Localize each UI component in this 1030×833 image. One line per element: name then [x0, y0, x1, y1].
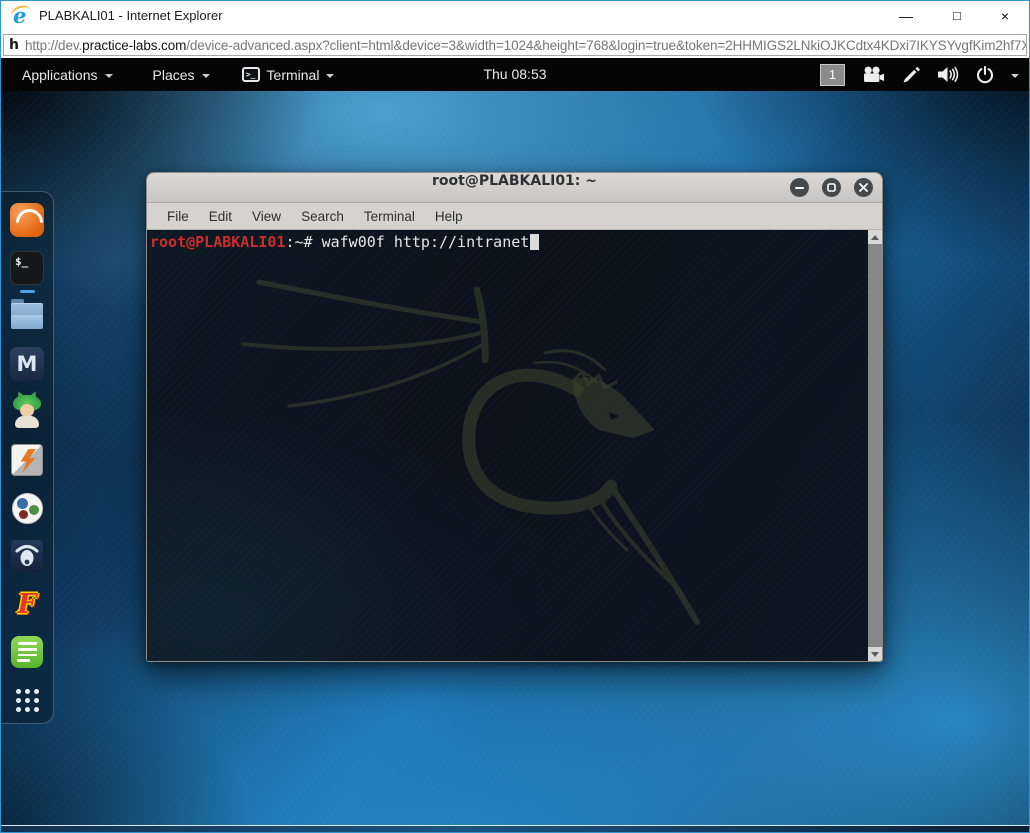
running-indicator: [20, 290, 35, 293]
files-icon[interactable]: [10, 299, 44, 333]
places-menu[interactable]: Places: [147, 58, 216, 91]
chevron-down-icon[interactable]: [1011, 73, 1019, 78]
menu-file[interactable]: File: [157, 205, 199, 228]
beef-icon[interactable]: [10, 539, 44, 573]
burpsuite-icon[interactable]: [10, 443, 44, 477]
chevron-down-icon: [104, 73, 113, 78]
power-icon[interactable]: [976, 65, 994, 84]
close-button[interactable]: ×: [1001, 1, 1009, 31]
terminal-content[interactable]: root@PLABKALI01:~# wafw00f http://intran…: [147, 230, 882, 661]
ie-titlebar: e PLABKALI01 - Internet Explorer — □ ×: [1, 1, 1029, 31]
prompt-suffix: :~#: [285, 233, 322, 251]
applications-label: Applications: [22, 66, 98, 83]
menu-edit[interactable]: Edit: [199, 205, 242, 228]
clock[interactable]: Thu 08:53: [483, 58, 546, 91]
places-label: Places: [152, 66, 195, 83]
url-domain: practice-labs.com: [82, 37, 187, 53]
url-path: /device-advanced.aspx?client=html&device…: [186, 37, 1026, 53]
internet-explorer-icon: e: [9, 3, 33, 28]
terminal-titlebar[interactable]: root@PLABKALI01: ~: [147, 173, 882, 203]
terminal-title: root@PLABKALI01: ~: [431, 173, 598, 189]
menu-search[interactable]: Search: [291, 205, 354, 228]
kali-dragon-watermark: [241, 279, 700, 625]
pen-icon[interactable]: [902, 66, 921, 84]
prompt-user-host: root@PLABKALI01: [150, 233, 286, 251]
applications-menu[interactable]: Applications: [16, 58, 119, 91]
terminal-appmenu-label: Terminal: [266, 66, 320, 83]
terminal-appmenu[interactable]: >_ Terminal: [236, 58, 341, 91]
faraday-icon[interactable]: F: [10, 587, 44, 621]
terminal-maximize-button[interactable]: [822, 178, 841, 197]
camera-icon[interactable]: [862, 66, 885, 83]
terminal-prompt: root@PLABKALI01:~# wafw00f http://intran…: [150, 233, 540, 251]
firefox-icon[interactable]: [10, 203, 44, 237]
terminal-scrollbar[interactable]: [868, 230, 882, 661]
chevron-down-icon: [326, 73, 335, 78]
favorites-dock: $_ M F: [1, 191, 54, 724]
menu-terminal[interactable]: Terminal: [354, 205, 425, 228]
minimize-button[interactable]: —: [899, 1, 913, 31]
terminal-window: root@PLABKALI01: ~ File Edit View Search…: [146, 172, 883, 662]
page-favicon: h: [9, 37, 19, 53]
url-text: http://dev.practice-labs.com/device-adva…: [24, 37, 1026, 53]
workspace-indicator[interactable]: 1: [820, 63, 845, 86]
terminal-dock-icon[interactable]: $_: [10, 251, 44, 293]
window-bottom-edge: [1, 825, 1029, 832]
terminal-icon: >_: [241, 67, 260, 82]
maximize-button[interactable]: □: [953, 1, 961, 31]
metasploit-icon[interactable]: M: [10, 347, 44, 381]
armitage-icon[interactable]: [10, 389, 44, 429]
typed-command: wafw00f http://intranet: [321, 233, 530, 251]
menu-view[interactable]: View: [242, 205, 291, 228]
volume-icon[interactable]: [938, 66, 959, 83]
terminal-close-button[interactable]: [854, 178, 873, 197]
gnome-top-panel: Applications Places >_ Terminal Thu 08:5…: [1, 58, 1029, 91]
show-applications-icon[interactable]: [10, 683, 44, 717]
terminal-minimize-button[interactable]: [790, 178, 809, 197]
chevron-down-icon: [201, 73, 210, 78]
kali-desktop: Applications Places >_ Terminal Thu 08:5…: [1, 58, 1029, 827]
ie-window: e PLABKALI01 - Internet Explorer — □ × h…: [0, 0, 1030, 833]
scroll-down-button[interactable]: [868, 647, 882, 661]
window-title: PLABKALI01 - Internet Explorer: [39, 8, 223, 23]
terminal-menubar: File Edit View Search Terminal Help: [147, 203, 882, 230]
address-bar[interactable]: h http://dev.practice-labs.com/device-ad…: [3, 34, 1027, 56]
maltego-icon[interactable]: [10, 491, 44, 525]
scroll-up-button[interactable]: [868, 230, 882, 244]
address-row: h http://dev.practice-labs.com/device-ad…: [1, 31, 1029, 58]
menu-help[interactable]: Help: [425, 205, 473, 228]
url-prefix: http://dev.: [24, 37, 83, 53]
terminal-cursor: [530, 234, 540, 250]
leafpad-icon[interactable]: [10, 635, 44, 669]
